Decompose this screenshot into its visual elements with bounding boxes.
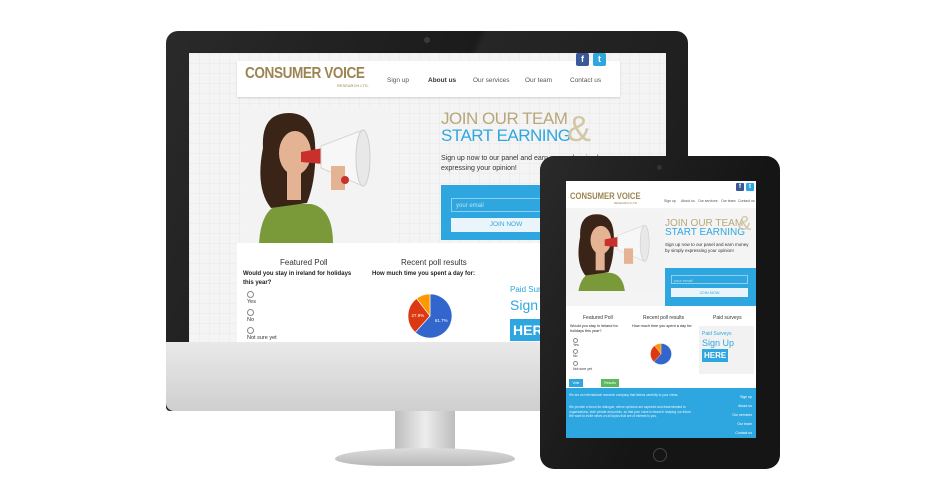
nav-contact-us[interactable]: Contact us xyxy=(570,77,601,84)
tablet-featured-poll-question: Would you stay in ireland for holidays t… xyxy=(570,324,618,333)
nav-our-team[interactable]: Our team xyxy=(525,77,552,84)
tablet-footer-link-sign-up[interactable]: Sign up xyxy=(740,395,752,399)
poll-radio-not-sure[interactable] xyxy=(247,327,254,334)
tablet-site-logo-sub: RESEARCH LTD. xyxy=(614,201,638,205)
tablet-results-button[interactable]: Results xyxy=(601,379,619,387)
hero-ampersand: & xyxy=(567,108,592,149)
tablet-signup-form xyxy=(665,268,756,306)
tablet-nav-sign-up[interactable]: Sign up xyxy=(664,199,676,203)
tablet-hero-ampersand: & xyxy=(738,213,752,235)
tablet-footer-link-our-team[interactable]: Our team xyxy=(737,422,752,426)
tablet-nav-our-team[interactable]: Our team xyxy=(721,199,736,203)
nav-sign-up[interactable]: Sign up xyxy=(387,77,409,84)
tablet-poll-option-yes: Yes xyxy=(573,343,579,347)
tablet-paid-surveys-here-button[interactable]: HERE xyxy=(702,349,728,362)
tablet-vote-button[interactable]: Vote xyxy=(569,379,583,387)
tablet-screen: CONSUMER VOICE RESEARCH LTD. f t Sign up… xyxy=(566,181,756,438)
site-logo-sub: RESEARCH LTD. xyxy=(337,83,369,88)
tablet-camera xyxy=(657,165,662,170)
tablet-footer-para1: We are an international research company… xyxy=(569,393,679,397)
tablet-nav-our-services[interactable]: Our services xyxy=(698,199,718,203)
tablet-recent-poll-question: How much time you spent a day for: xyxy=(632,324,693,328)
monitor-stand-neck xyxy=(395,411,455,451)
twitter-icon[interactable]: t xyxy=(593,53,606,66)
tablet-recent-poll-pie-chart xyxy=(650,343,672,365)
tablet-nav-contact-us[interactable]: Contact us xyxy=(738,199,755,203)
tablet-twitter-icon[interactable]: t xyxy=(746,183,754,191)
desktop-pie-label-2: 27.9% xyxy=(412,313,425,318)
tablet-footer-para2: We provide a forum for dialogue, where o… xyxy=(569,405,692,418)
tablet-footer-link-our-services[interactable]: Our services xyxy=(732,413,752,417)
tablet-paid-surveys-heading: Paid surveys xyxy=(713,315,742,321)
tablet-poll-radio-not-sure[interactable] xyxy=(573,361,578,366)
hero-woman-megaphone-image xyxy=(241,108,393,244)
tablet-footer-link-about-us[interactable]: About us xyxy=(738,404,752,408)
nav-about-us[interactable]: About us xyxy=(428,77,456,84)
tablet-site-logo[interactable]: CONSUMER VOICE xyxy=(570,191,641,201)
tablet-home-button xyxy=(653,448,667,462)
monitor-stand-base xyxy=(335,448,515,466)
poll-option-no: No xyxy=(247,317,255,323)
desktop-pie-label-1: 61.7% xyxy=(435,318,448,323)
poll-option-not-sure: Not sure yet xyxy=(247,335,277,341)
tablet-email-input[interactable]: your email xyxy=(671,275,748,284)
tablet-recent-poll-heading: Recent poll results xyxy=(643,315,685,321)
monitor-camera xyxy=(424,37,430,43)
recent-poll-heading: Recent poll results xyxy=(401,258,467,267)
poll-radio-no[interactable] xyxy=(247,309,254,316)
nav-our-services[interactable]: Our services xyxy=(473,77,509,84)
tablet-footer-link-contact-us[interactable]: Contact us xyxy=(735,431,752,435)
recent-poll-question: How much time you spent a day for: xyxy=(372,271,476,277)
site-logo[interactable]: CONSUMER VOICE xyxy=(245,65,365,83)
tablet-facebook-icon[interactable]: f xyxy=(736,183,744,191)
poll-option-yes: Yes xyxy=(247,299,256,305)
hero-title-line2: START EARNING xyxy=(441,126,571,145)
tablet-featured-poll-heading: Featured Poll xyxy=(583,315,613,321)
recent-poll-pie-chart: 61.7% 27.9% xyxy=(407,293,453,339)
tablet-hero-description: Sign up now to our panel and earn money … xyxy=(665,242,749,253)
paid-surveys-here-button[interactable]: HERE xyxy=(510,319,552,341)
tablet-paid-surveys-sign-up[interactable]: Sign Up xyxy=(702,338,734,348)
tablet-hero-woman-image xyxy=(566,211,664,291)
tablet-join-now-button[interactable]: JOIN NOW xyxy=(671,288,748,297)
tablet-hero-title-line2: START EARNING xyxy=(665,227,746,238)
tablet-nav-about-us[interactable]: About us xyxy=(681,199,695,203)
tablet-poll-option-no: No xyxy=(573,354,578,358)
featured-poll-heading: Featured Poll xyxy=(280,258,328,267)
tablet-poll-option-not-sure: Not sure yet xyxy=(573,367,592,371)
featured-poll-question: Would you stay in ireland for holidays t… xyxy=(243,271,352,286)
facebook-icon[interactable]: f xyxy=(576,53,589,66)
poll-radio-yes[interactable] xyxy=(247,291,254,298)
tablet-paid-surveys-label: Paid Surveys xyxy=(702,331,732,337)
